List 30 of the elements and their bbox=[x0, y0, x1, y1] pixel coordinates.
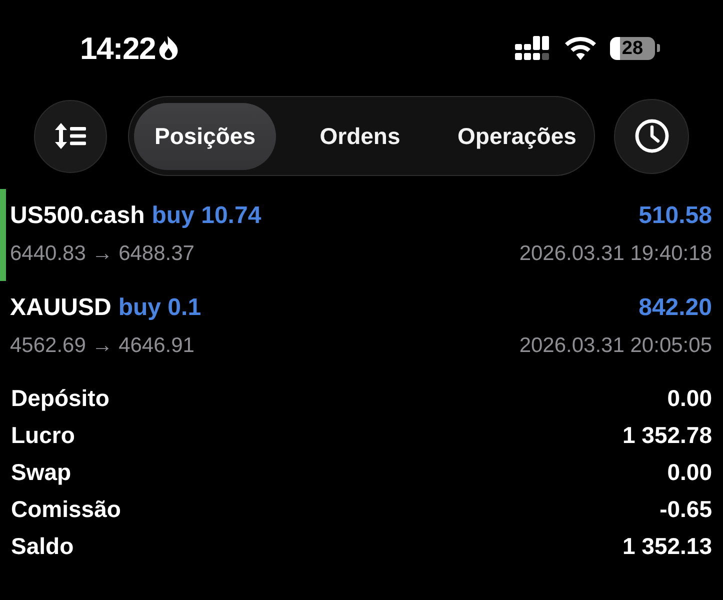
price-change: 6440.83 → 6488.37 bbox=[10, 242, 194, 264]
profit-value: 510.58 bbox=[638, 204, 712, 228]
symbol-name: US500.cash bbox=[10, 204, 145, 228]
clock-time: 14:22 bbox=[80, 32, 156, 64]
summary-label: Depósito bbox=[11, 387, 110, 410]
summary-label: Comissão bbox=[11, 498, 121, 521]
price-change: 4562.69 → 4646.91 bbox=[10, 334, 194, 356]
clock-icon bbox=[634, 119, 668, 153]
trade-volume: buy 10.74 bbox=[152, 204, 262, 228]
tab[interactable]: Ordens bbox=[276, 102, 444, 170]
summary-label: Saldo bbox=[11, 535, 74, 558]
summary-value: 0.00 bbox=[667, 461, 712, 484]
sort-icon bbox=[55, 123, 86, 149]
open-time: 2026.03.31 20:05:05 bbox=[519, 334, 712, 356]
open-time: 2026.03.31 19:40:18 bbox=[519, 242, 712, 264]
symbol-name: XAUUSD bbox=[10, 296, 112, 320]
summary-value: 1 352.78 bbox=[622, 424, 712, 447]
summary-label: Swap bbox=[11, 461, 72, 484]
battery-indicator: 28 bbox=[610, 36, 660, 60]
trade-volume: buy 0.1 bbox=[118, 296, 202, 320]
tab[interactable]: Posições bbox=[134, 102, 276, 170]
summary-value: 1 352.13 bbox=[622, 535, 712, 558]
summary-value: -0.65 bbox=[660, 498, 712, 521]
flame-icon bbox=[159, 36, 178, 60]
profit-value: 842.20 bbox=[638, 296, 712, 320]
summary-value: 0.00 bbox=[667, 387, 712, 410]
wifi-icon bbox=[565, 36, 596, 60]
cellular-signal-icon bbox=[515, 36, 551, 60]
summary-label: Lucro bbox=[11, 424, 75, 447]
tab[interactable]: Operações bbox=[444, 102, 590, 170]
